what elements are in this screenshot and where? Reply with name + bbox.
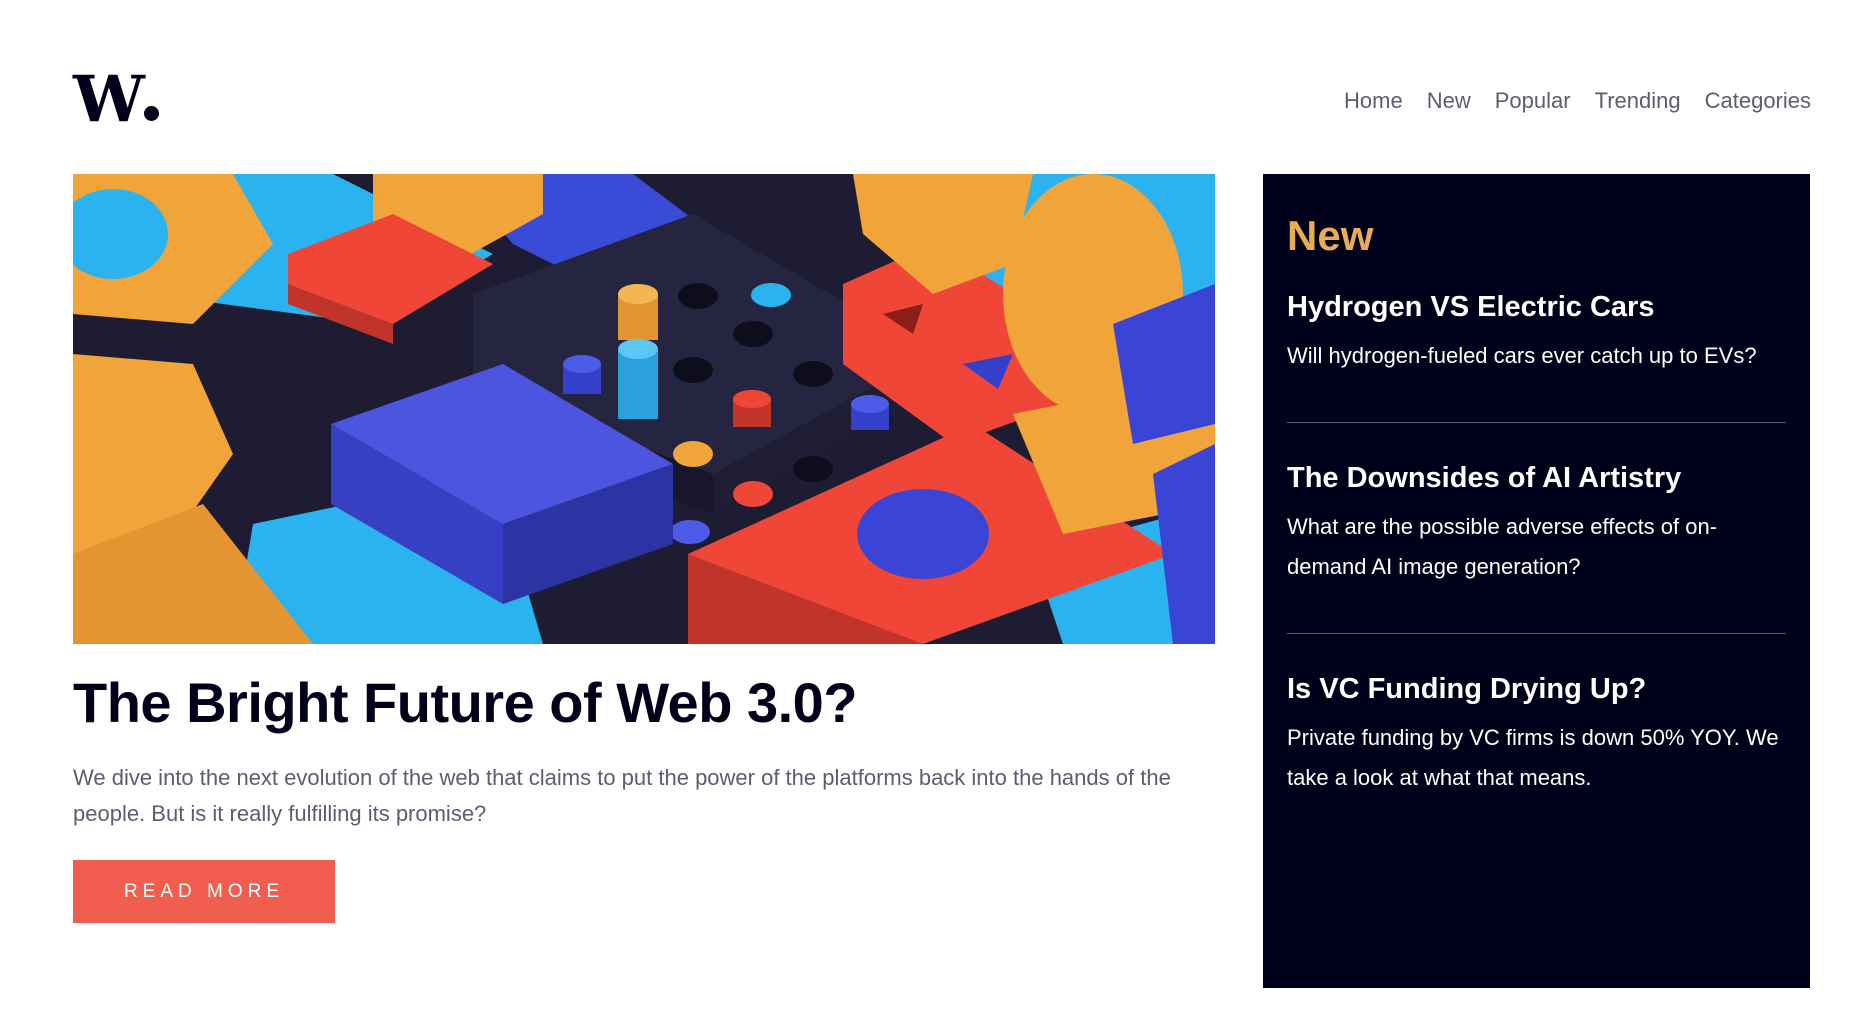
hero-image: [73, 174, 1215, 644]
logo-letter: W: [73, 62, 145, 137]
nav-link-popular[interactable]: Popular: [1495, 88, 1571, 114]
sidebar-article-title[interactable]: Hydrogen VS Electric Cars: [1287, 288, 1786, 326]
sidebar-article-title[interactable]: Is VC Funding Drying Up?: [1287, 670, 1786, 708]
new-articles-sidebar: New Hydrogen VS Electric Cars Will hydro…: [1263, 174, 1810, 988]
sidebar-article-description: What are the possible adverse effects of…: [1287, 514, 1718, 579]
sidebar-article-description: Will hydrogen-fueled cars ever catch up …: [1287, 343, 1757, 368]
article-description: We dive into the next evolution of the w…: [73, 765, 1171, 826]
nav-link-home[interactable]: Home: [1344, 88, 1403, 114]
site-logo[interactable]: W: [73, 68, 159, 132]
sidebar-article-item[interactable]: The Downsides of AI Artistry What are th…: [1287, 459, 1786, 587]
sidebar-article-item[interactable]: Is VC Funding Drying Up? Private funding…: [1287, 670, 1786, 798]
logo-dot: [143, 106, 159, 121]
sidebar-article-item[interactable]: Hydrogen VS Electric Cars Will hydrogen-…: [1287, 288, 1786, 376]
nav-link-trending[interactable]: Trending: [1595, 88, 1681, 114]
sidebar-heading: New: [1287, 212, 1374, 259]
divider: [1287, 422, 1786, 423]
nav-link-new[interactable]: New: [1427, 88, 1471, 114]
abstract-blocks-illustration: [73, 174, 1215, 644]
sidebar-article-title[interactable]: The Downsides of AI Artistry: [1287, 459, 1786, 497]
nav-link-categories[interactable]: Categories: [1705, 88, 1811, 114]
page: W Home New Popular Trending Categories T…: [0, 0, 1873, 1009]
sidebar-article-description: Private funding by VC firms is down 50% …: [1287, 725, 1779, 790]
article-title[interactable]: The Bright Future of Web 3.0?: [73, 668, 1215, 738]
main-nav: Home New Popular Trending Categories: [1344, 88, 1811, 114]
read-more-button[interactable]: READ MORE: [73, 860, 335, 923]
divider: [1287, 633, 1786, 634]
